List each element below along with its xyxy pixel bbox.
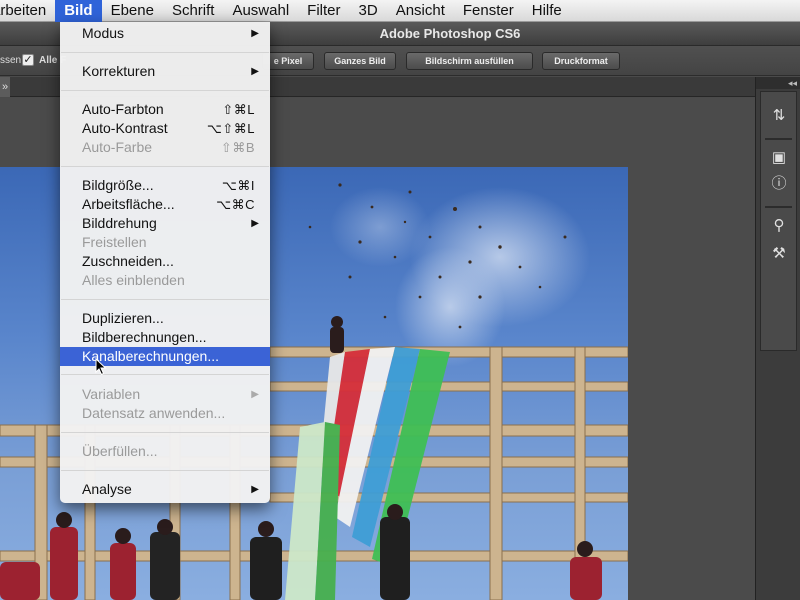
menu-item-label: Bilddrehung <box>82 215 157 231</box>
submenu-arrow-icon: ▶ <box>251 66 259 77</box>
menu-fenster[interactable]: Fenster <box>454 0 523 22</box>
menu-item-analyse[interactable]: Analyse ▶ <box>60 480 270 499</box>
menu-item-modus[interactable]: Modus ▶ <box>60 24 270 43</box>
menu-item-label: Bildberechnungen... <box>82 329 207 345</box>
menu-item-label: Zuschneiden... <box>82 253 174 269</box>
menu-item-label: Korrekturen <box>82 63 156 79</box>
menu-ansicht[interactable]: Ansicht <box>387 0 454 22</box>
submenu-arrow-icon: ▶ <box>251 389 259 400</box>
all-windows-checkbox[interactable]: ✓ <box>22 54 34 66</box>
print-size-button[interactable]: Druckformat <box>542 52 620 70</box>
menu-item-shortcut: ⌥⌘I <box>221 178 255 193</box>
tool-presets-icon[interactable]: ⚒ <box>769 244 789 264</box>
menu-schrift[interactable]: Schrift <box>163 0 224 22</box>
menu-item-duplizieren[interactable]: Duplizieren... <box>60 309 270 328</box>
menu-filter[interactable]: Filter <box>298 0 349 22</box>
menu-item-bildberechnungen[interactable]: Bildberechnungen... <box>60 328 270 347</box>
menu-item-alles-einblenden: Alles einblenden <box>60 271 270 290</box>
menu-bild[interactable]: Bild <box>55 0 102 22</box>
options-partial-label: ssen <box>0 55 22 66</box>
menu-separator <box>61 432 269 433</box>
submenu-arrow-icon: ▶ <box>251 218 259 229</box>
menu-separator <box>61 52 269 53</box>
menu-item-freistellen: Freistellen <box>60 233 270 252</box>
bild-menu-dropdown: Modus ▶ Korrekturen ▶ Auto-Farbton ⇧⌘L A… <box>60 22 270 503</box>
window-title: Adobe Photoshop CS6 <box>379 26 521 41</box>
menu-item-shortcut: ⇧⌘B <box>220 140 255 155</box>
menu-separator <box>61 90 269 91</box>
dock-separator <box>765 138 792 140</box>
mac-menu-bar: arbeiten Bild Ebene Schrift Auswahl Filt… <box>0 0 800 22</box>
menu-item-label: Analyse <box>82 481 132 497</box>
menu-item-ueberfuellen: Überfüllen... <box>60 442 270 461</box>
info-icon[interactable]: ⓘ <box>769 174 789 194</box>
menu-item-label: Bildgröße... <box>82 177 154 193</box>
submenu-arrow-icon: ▶ <box>251 28 259 39</box>
brush-presets-icon[interactable]: ⚲ <box>769 216 789 236</box>
fill-screen-button[interactable]: Bildschirm ausfüllen <box>406 52 533 70</box>
menu-ebene[interactable]: Ebene <box>102 0 163 22</box>
dock-collapse-button[interactable]: ◂◂ <box>756 77 800 89</box>
dock-icon-column: ⇅ ▣ ⓘ ⚲ ⚒ <box>760 91 797 351</box>
menu-item-variablen: Variablen ▶ <box>60 385 270 404</box>
document-tab[interactable]: » <box>0 77 10 97</box>
menu-item-auto-farbton[interactable]: Auto-Farbton ⇧⌘L <box>60 100 270 119</box>
menu-item-auto-farbe: Auto-Farbe ⇧⌘B <box>60 138 270 157</box>
dock-separator <box>765 206 792 208</box>
menu-item-label: Duplizieren... <box>82 310 164 326</box>
submenu-arrow-icon: ▶ <box>251 484 259 495</box>
fit-screen-button[interactable]: Ganzes Bild <box>324 52 396 70</box>
menu-item-kanalberechnungen[interactable]: Kanalberechnungen... <box>60 347 270 366</box>
menu-item-label: Modus <box>82 25 125 41</box>
menu-item-label: Freistellen <box>82 234 147 250</box>
menu-item-shortcut: ⌥⌘C <box>216 197 255 212</box>
mouse-cursor-icon <box>95 358 107 376</box>
menu-separator <box>61 470 269 471</box>
menu-item-label: Datensatz anwenden... <box>82 405 226 421</box>
menu-3d[interactable]: 3D <box>350 0 387 22</box>
panel-dock: ◂◂ ⇅ ▣ ⓘ ⚲ ⚒ <box>755 77 800 600</box>
menu-item-shortcut: ⇧⌘L <box>222 102 255 117</box>
3d-icon[interactable]: ▣ <box>769 148 789 168</box>
menu-hilfe[interactable]: Hilfe <box>523 0 571 22</box>
menu-separator <box>61 299 269 300</box>
menu-item-datensatz-anwenden: Datensatz anwenden... <box>60 404 270 423</box>
menu-item-arbeitsflaeche[interactable]: Arbeitsfläche... ⌥⌘C <box>60 195 270 214</box>
menu-item-label: Überfüllen... <box>82 443 158 459</box>
menu-item-shortcut: ⌥⇧⌘L <box>206 121 255 136</box>
menu-auswahl[interactable]: Auswahl <box>223 0 298 22</box>
menu-item-label: Auto-Kontrast <box>82 120 168 136</box>
menu-item-label: Alles einblenden <box>82 272 185 288</box>
menu-item-label: Auto-Farbton <box>82 101 164 117</box>
menu-separator <box>61 374 269 375</box>
menu-item-auto-kontrast[interactable]: Auto-Kontrast ⌥⇧⌘L <box>60 119 270 138</box>
menu-item-bilddrehung[interactable]: Bilddrehung ▶ <box>60 214 270 233</box>
menu-separator <box>61 166 269 167</box>
menu-item-korrekturen[interactable]: Korrekturen ▶ <box>60 62 270 81</box>
menu-bearbeiten[interactable]: arbeiten <box>0 0 55 22</box>
menu-item-bildgroesse[interactable]: Bildgröße... ⌥⌘I <box>60 176 270 195</box>
menu-item-label: Variablen <box>82 386 141 402</box>
menu-item-zuschneiden[interactable]: Zuschneiden... <box>60 252 270 271</box>
history-icon[interactable]: ⇅ <box>769 106 789 126</box>
menu-item-label: Auto-Farbe <box>82 139 153 155</box>
menu-item-label: Arbeitsfläche... <box>82 196 175 212</box>
